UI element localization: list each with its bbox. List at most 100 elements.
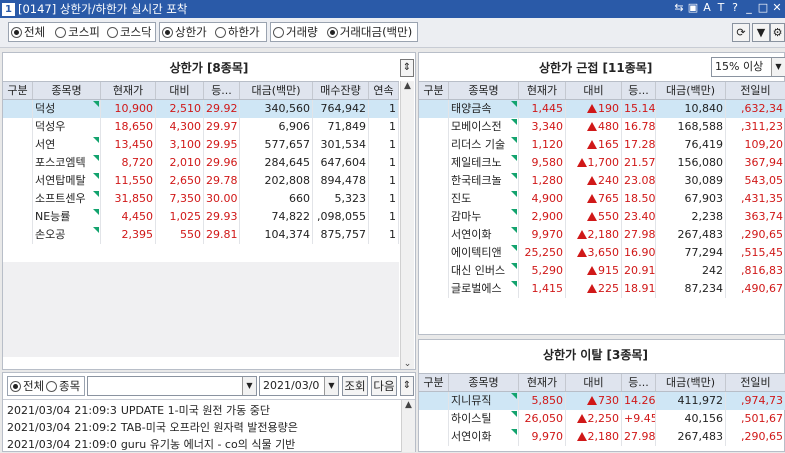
col-header[interactable]: 현재가 — [519, 374, 566, 391]
col-header[interactable]: 전일비 — [726, 374, 785, 391]
market-all-radio[interactable]: 전체 — [11, 24, 53, 40]
amount-cell: 76,419 — [656, 136, 726, 154]
col-header[interactable]: 대비 — [566, 82, 622, 99]
table-row[interactable]: 손오공 2,395 550 29.81 104,374 875,757 1 — [3, 226, 399, 244]
chevron-down-icon[interactable]: ▼ — [771, 58, 785, 76]
news-item[interactable]: 2021/03/04 21:09:2 TAB-미국 오프라인 원자력 발전용량은 — [7, 419, 417, 436]
diff-value: 765 — [598, 192, 619, 205]
col-header[interactable]: 구분 — [419, 374, 449, 391]
col-header[interactable]: 구분 — [3, 82, 33, 99]
left-limit-panel: 상한가 이탈 [3종목] 구분 종목명 현재가 대비 등... 대금(백만) 전… — [418, 339, 785, 452]
chevron-down-icon[interactable]: ▼ — [242, 377, 256, 395]
table-row[interactable]: 지니뮤직 5,850 730 14.26 411,972,974,73 — [419, 392, 785, 410]
market-kospi-radio[interactable]: 코스피 — [55, 24, 105, 40]
news-item[interactable]: 2021/03/04 21:09:0 guru 유기농 에너지 - co의 식물 기… — [7, 436, 417, 453]
chevron-down-icon[interactable]: ▼ — [752, 23, 770, 42]
table-row[interactable]: 덕성 10,900 2,510 29.92 340,560 764,942 1 — [3, 100, 399, 118]
amount-cell: 156,080 — [656, 154, 726, 172]
table-row[interactable]: 한국테크놀 1,280 240 23.08 30,089 543,05 — [419, 172, 785, 190]
close-icon[interactable]: ✕ — [771, 1, 783, 15]
col-header[interactable]: 등... — [622, 82, 656, 99]
table-row[interactable]: 서연이화 9,970 2,180 27.98 267,483,290,65 — [419, 226, 785, 244]
table-row[interactable]: 진도 4,900 765 18.50 67,903,431,35 — [419, 190, 785, 208]
table-row[interactable]: 대신 인버스 5,290 915 20.91 242,816,83 — [419, 262, 785, 280]
minimize-icon[interactable]: _ — [743, 1, 755, 15]
col-header[interactable]: 전일비 — [726, 82, 785, 99]
table-row[interactable]: 모베이스전 3,340 480 16.78 168,588,311,23 — [419, 118, 785, 136]
lower-limit-radio[interactable]: 하한가 — [214, 24, 262, 40]
divider — [3, 399, 415, 400]
table-row[interactable]: 리더스 기술 1,120 165 17.28 76,419 109,20 — [419, 136, 785, 154]
search-button[interactable]: 조회 — [342, 376, 368, 396]
rate-cell: 20.91 — [622, 262, 656, 280]
diff-value: 240 — [598, 174, 619, 187]
price-cell: 4,900 — [519, 190, 566, 208]
table-row[interactable]: 서연 13,450 3,100 29.95 577,657 301,534 1 — [3, 136, 399, 154]
table-row[interactable]: NE능률 4,450 1,025 29.93 74,822,098,055 1 — [3, 208, 399, 226]
table-row[interactable]: 덕성우 18,650 4,300 29.97 6,906 71,849 1 — [3, 118, 399, 136]
sort-arrows-icon[interactable]: ⇕ — [400, 59, 414, 77]
col-header[interactable]: 현재가 — [519, 82, 566, 99]
table-row[interactable]: 감마누 2,900 550 23.40 2,238 363,74 — [419, 208, 785, 226]
news-item[interactable]: 2021/03/04 21:09:3 UPDATE 1-미국 원전 가동 중단 — [7, 402, 417, 419]
col-header[interactable]: 대금(백만) — [656, 82, 726, 99]
date-input[interactable]: 2021/03/0 ▼ — [259, 376, 339, 396]
upper-limit-scrollbar[interactable]: ▲ ⌄ — [400, 81, 414, 369]
help-icon[interactable]: ? — [729, 1, 741, 15]
gear-icon[interactable]: ⚙ — [770, 23, 785, 42]
stock-code-input[interactable]: ▼ — [87, 376, 257, 396]
market-kosdaq-radio[interactable]: 코스닥 — [106, 24, 151, 40]
col-header[interactable]: 종목명 — [449, 374, 519, 391]
link-icon[interactable]: ⇆ — [673, 1, 685, 15]
news-time: 21:09:2 — [74, 421, 117, 434]
news-all-radio[interactable]: 전체 — [10, 378, 44, 394]
col-header[interactable]: 현재가 — [101, 82, 156, 99]
up-triangle-icon — [587, 140, 597, 149]
prev-ratio-cell: 367,94 — [726, 154, 785, 172]
col-header[interactable]: 대비 — [566, 374, 622, 391]
up-triangle-icon — [587, 176, 597, 185]
col-header[interactable]: 연속 — [369, 82, 399, 99]
price-cell: 11,550 — [101, 172, 156, 190]
upper-limit-radio[interactable]: 상한가 — [162, 24, 213, 40]
diff-cell: 2,180 — [566, 226, 622, 244]
table-row[interactable]: 서연이화 9,970 2,180 27.98 267,483,290,65 — [419, 428, 785, 446]
refresh-icon[interactable]: ⟳ — [732, 23, 750, 42]
diff-cell: 240 — [566, 172, 622, 190]
col-header[interactable]: 매수잔량 — [313, 82, 369, 99]
col-header[interactable]: 등... — [622, 374, 656, 391]
col-header[interactable]: 종목명 — [449, 82, 519, 99]
table-row[interactable]: 태양금속 1,445 190 15.14 10,840,632,34 — [419, 100, 785, 118]
restore-icon[interactable]: □ — [757, 1, 769, 15]
table-row[interactable]: 제일테크노 9,580 1,700 21.57 156,080 367,94 — [419, 154, 785, 172]
sort-arrows-icon[interactable]: ⇕ — [400, 376, 414, 396]
table-row[interactable]: 소프트센우 31,850 7,350 30.00 660 5,323 1 — [3, 190, 399, 208]
table-row[interactable]: 에이텍티앤 25,250 3,650 16.90 77,294,515,45 — [419, 244, 785, 262]
scroll-down-icon[interactable]: ⌄ — [401, 359, 414, 369]
col-header[interactable]: 등... — [204, 82, 240, 99]
col-header[interactable]: 대비 — [156, 82, 204, 99]
sort-amount-radio[interactable]: 거래대금(백만) — [326, 24, 413, 40]
table-row[interactable]: 하이스틸 26,050 2,250 +9.45 40,156,501,67 — [419, 410, 785, 428]
scroll-up-icon[interactable]: ▲ — [402, 400, 415, 410]
col-header[interactable]: 종목명 — [33, 82, 101, 99]
col-header[interactable]: 대금(백만) — [656, 374, 726, 391]
text-icon[interactable]: T — [715, 1, 727, 15]
table-row[interactable]: 서연탑메탈 11,550 2,650 29.78 202,808 894,478 1 — [3, 172, 399, 190]
col-header[interactable]: 대금(백만) — [240, 82, 313, 99]
scroll-up-icon[interactable]: ▲ — [401, 81, 414, 91]
image-icon[interactable]: ▣ — [687, 1, 699, 15]
up-triangle-icon — [576, 158, 587, 167]
font-icon[interactable]: A — [701, 1, 713, 15]
table-row[interactable]: 포스코엠텍 8,720 2,010 29.96 284,645 647,604 1 — [3, 154, 399, 172]
sort-volume-radio[interactable]: 거래량 — [273, 24, 325, 40]
chevron-down-icon[interactable]: ▼ — [324, 377, 338, 395]
col-header[interactable]: 구분 — [419, 82, 449, 99]
price-cell: 1,445 — [519, 100, 566, 118]
table-row[interactable]: 글로벌에스 1,415 225 18.91 87,234,490,67 — [419, 280, 785, 298]
radio-unchecked-icon — [273, 26, 284, 38]
news-scrollbar[interactable]: ▲ — [401, 400, 415, 452]
near-threshold-select[interactable]: 15% 이상 ▼ — [711, 57, 785, 77]
next-button[interactable]: 다음 — [371, 376, 397, 396]
news-stock-radio[interactable]: 종목 — [46, 378, 80, 394]
